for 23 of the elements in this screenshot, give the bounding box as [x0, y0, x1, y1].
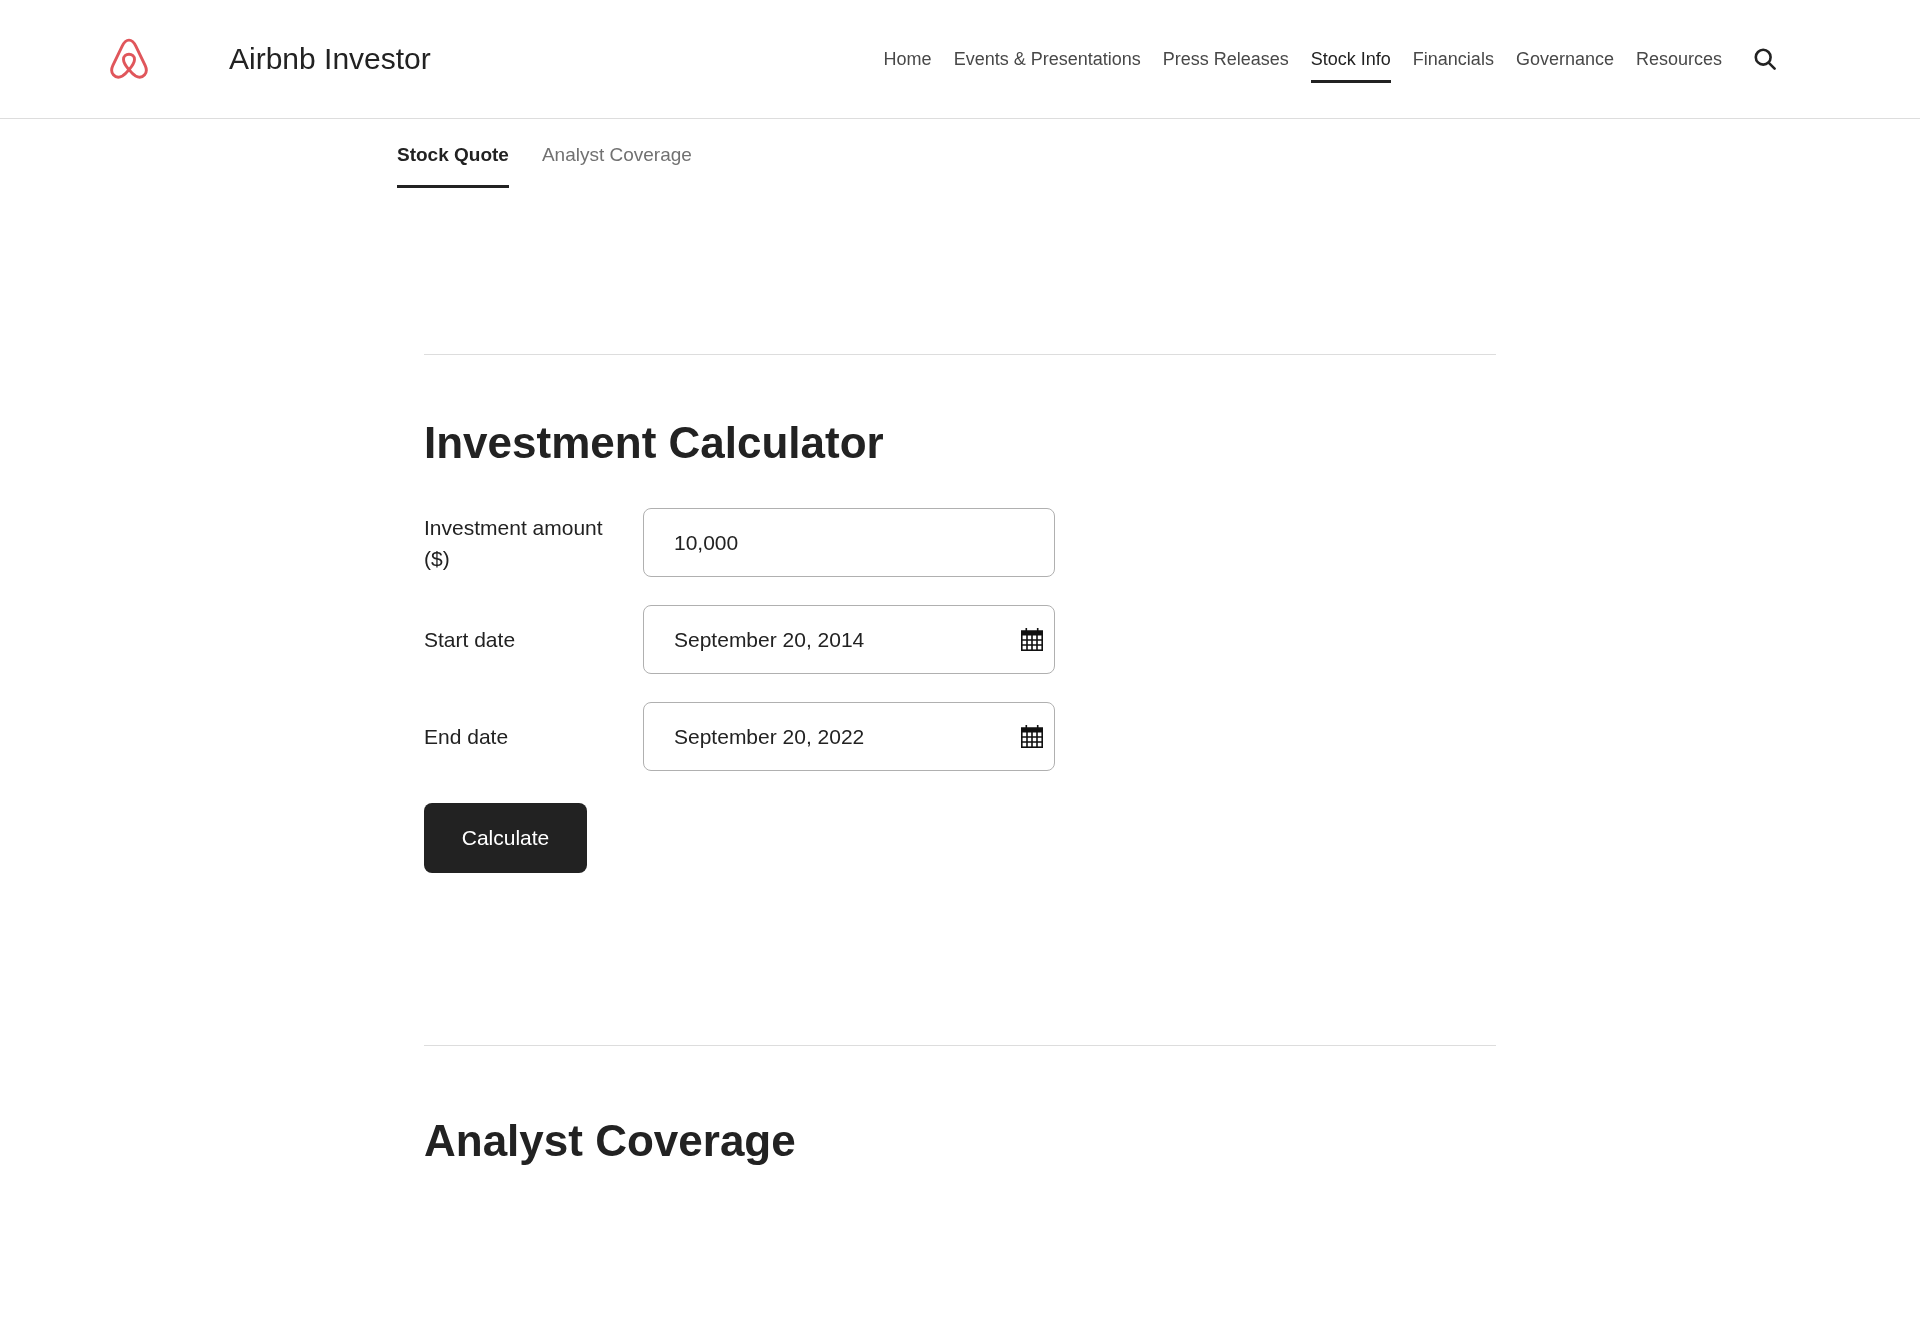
- section-heading: Analyst Coverage: [424, 1115, 796, 1167]
- calendar-icon[interactable]: [1020, 627, 1044, 651]
- nav-link[interactable]: Governance: [1515, 35, 1614, 83]
- logo-icon[interactable]: [108, 38, 150, 80]
- date-field[interactable]: September 20, 2014: [643, 605, 1055, 674]
- calendar-icon[interactable]: [1020, 724, 1044, 748]
- nav-link[interactable]: Events & Presentations: [953, 35, 1141, 83]
- site-title: Airbnb Investor: [229, 41, 431, 77]
- field-label: End date: [424, 725, 509, 748]
- field-label: Investment amount ($): [424, 515, 603, 570]
- section-heading: Investment Calculator: [424, 417, 884, 469]
- nav-link[interactable]: Press Releases: [1162, 35, 1289, 83]
- input-field[interactable]: 10,000: [643, 508, 1055, 577]
- nav-link[interactable]: Resources: [1635, 35, 1722, 83]
- calculate-button[interactable]: Calculate: [424, 803, 587, 873]
- search-icon[interactable]: [1754, 48, 1776, 70]
- date-field[interactable]: September 20, 2022: [643, 702, 1055, 771]
- nav-link[interactable]: Stock Info: [1310, 35, 1391, 83]
- nav-link[interactable]: Financials: [1412, 35, 1494, 83]
- field-label: Start date: [424, 628, 516, 651]
- tab[interactable]: Analyst Coverage: [541, 119, 692, 188]
- tab[interactable]: Stock Quote: [397, 119, 509, 188]
- nav-link[interactable]: Home: [883, 35, 932, 83]
